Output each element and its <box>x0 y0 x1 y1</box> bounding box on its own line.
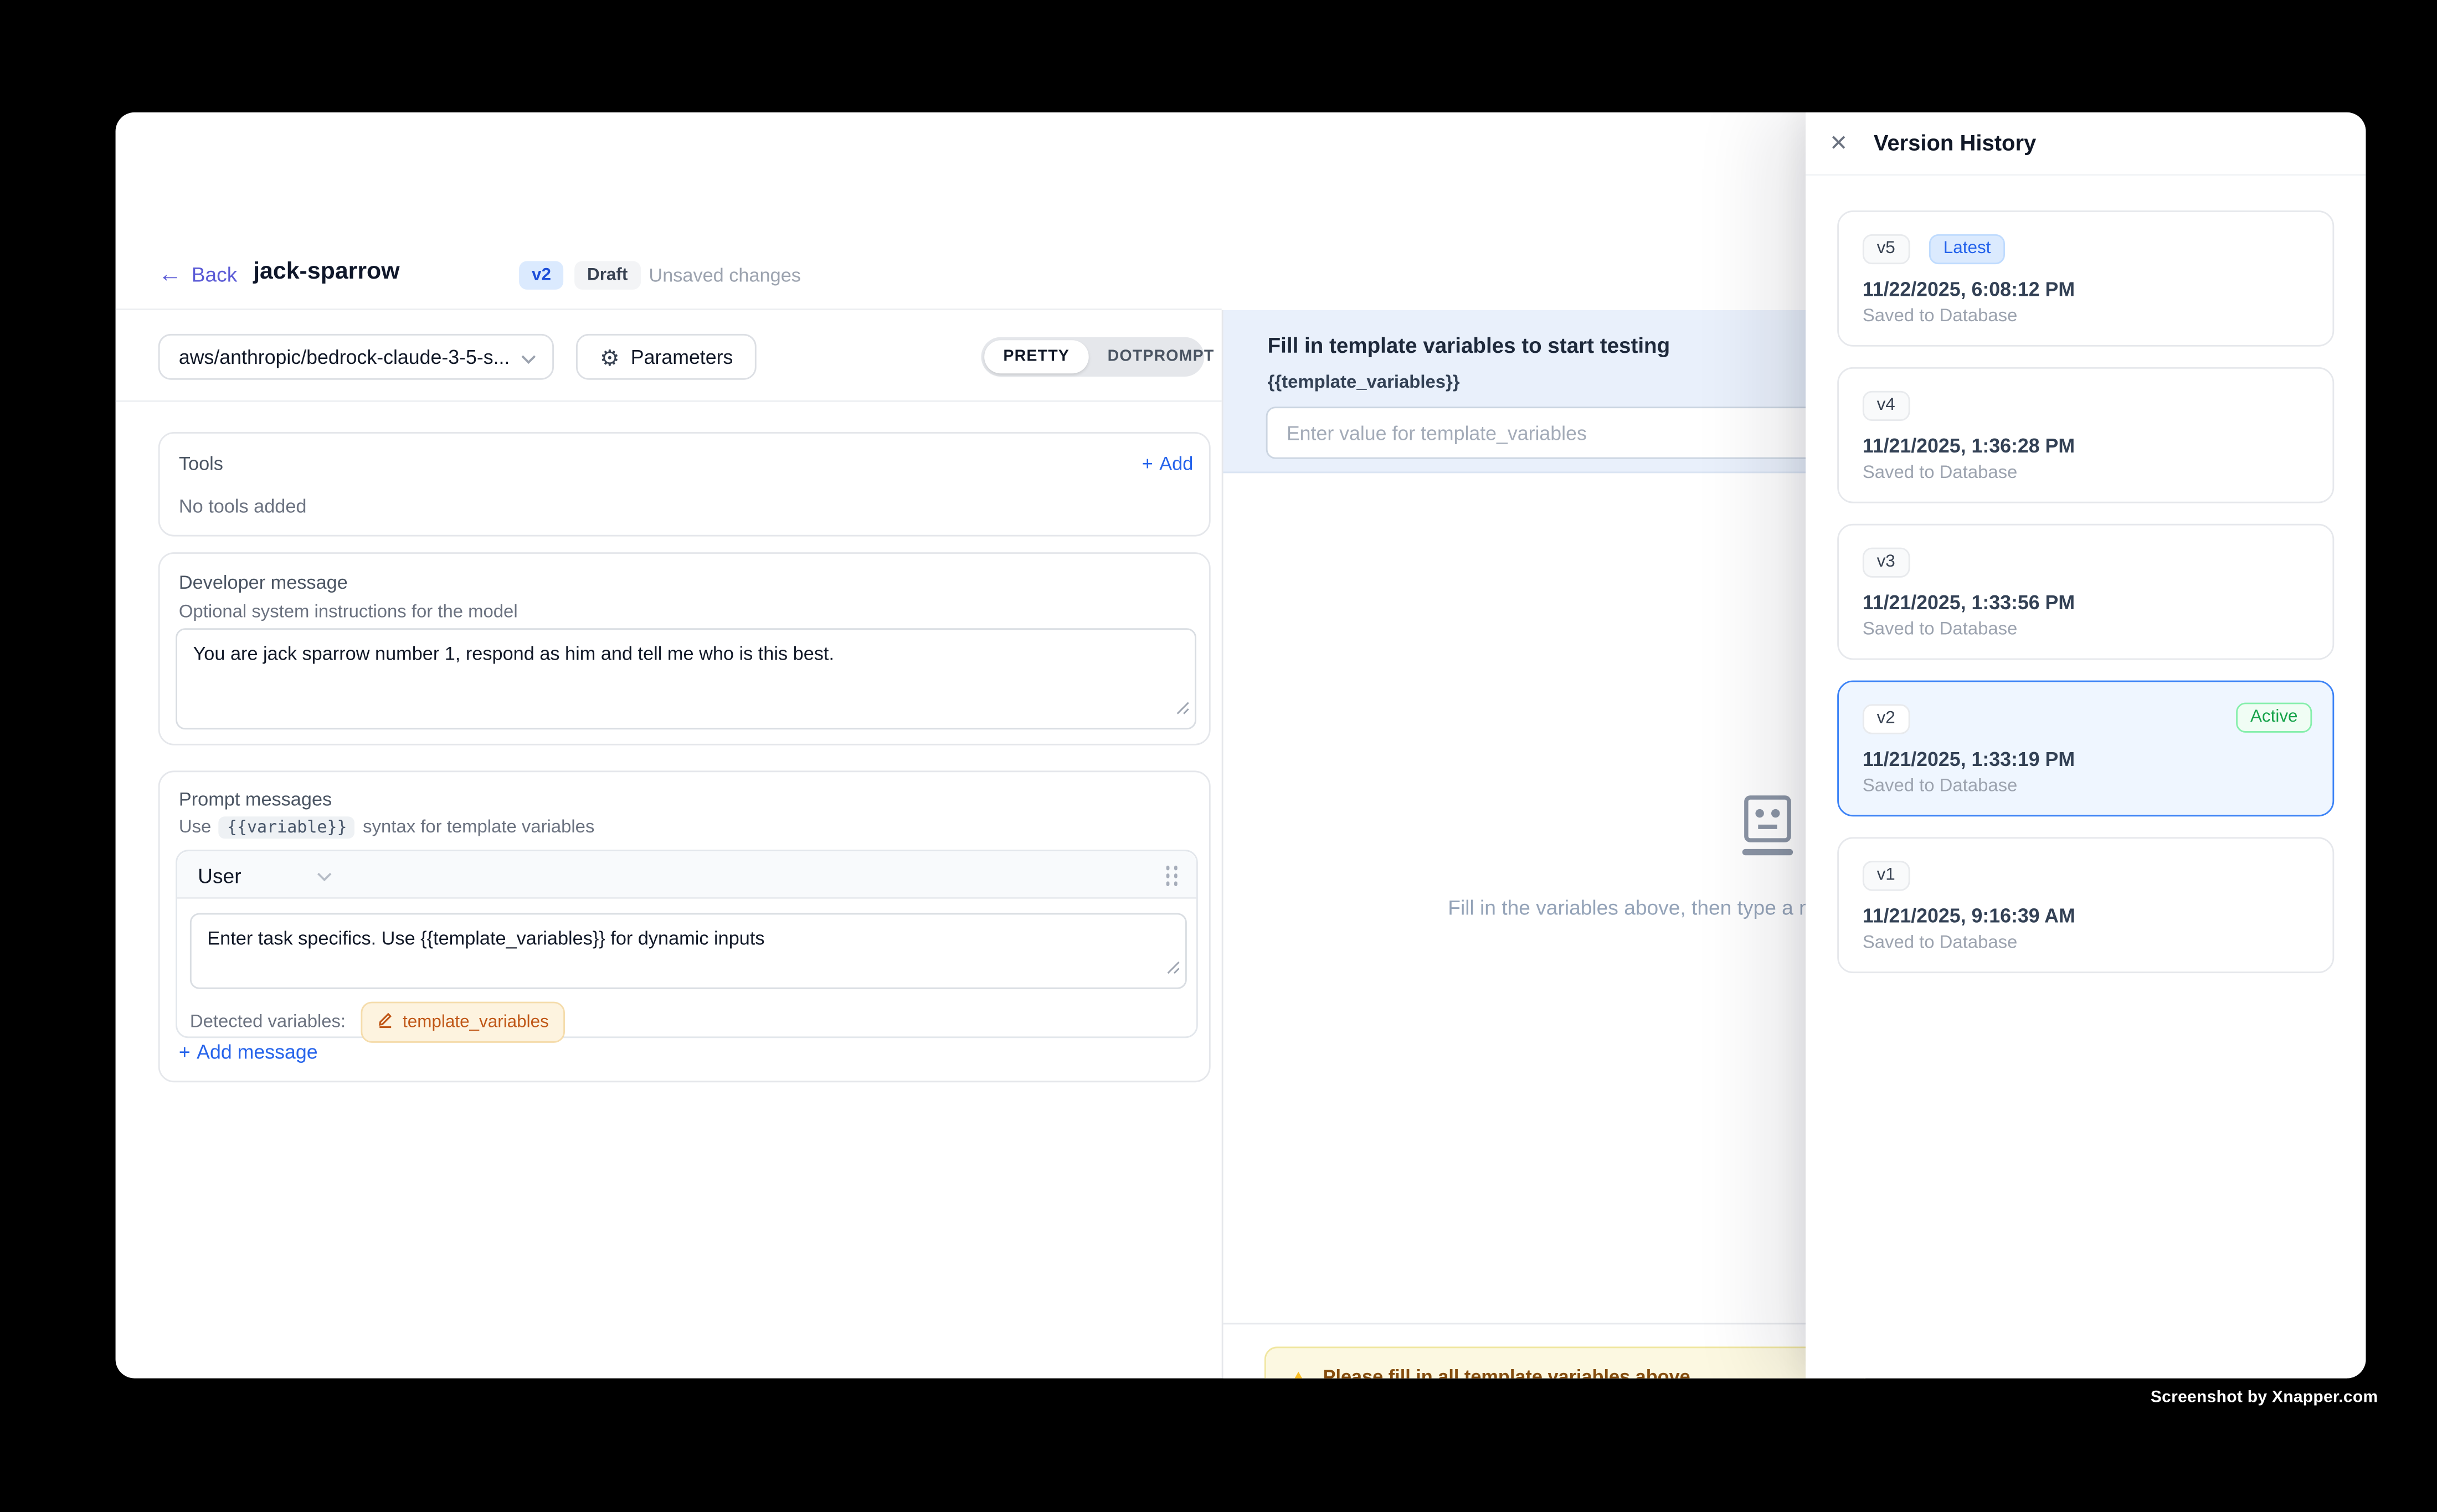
prompt-message-header: User <box>177 851 1196 899</box>
gear-icon: ⚙ <box>600 346 620 368</box>
fill-variables-title: Fill in template variables to start test… <box>1268 334 1670 358</box>
developer-message-title: Developer message <box>179 571 348 593</box>
page-title: jack-sparrow <box>253 258 399 285</box>
app-header: ← Back jack-sparrow v2 Draft Unsaved cha… <box>116 112 1222 310</box>
version-history-panel: ✕ Version History v5 Latest 11/22/2025, … <box>1806 112 2366 1379</box>
tools-empty-text: No tools added <box>179 495 307 517</box>
drag-handle-icon[interactable] <box>1165 866 1177 886</box>
developer-message-field: You are jack sparrow number 1, respond a… <box>176 628 1196 729</box>
version-id-badge: v1 <box>1863 861 1910 891</box>
bot-icon <box>1741 794 1795 866</box>
prompt-message-block: User Enter task specifics. Use {{templat… <box>176 850 1198 1038</box>
version-source: Saved to Database <box>1863 307 2309 326</box>
version-timestamp: 11/21/2025, 1:36:28 PM <box>1863 435 2309 457</box>
version-source: Saved to Database <box>1863 464 2309 482</box>
version-id-badge: v2 <box>1863 704 1910 734</box>
chevron-down-icon <box>521 343 537 371</box>
toolbar: aws/anthropic/bedrock-claude-3-5-s... ⚙ … <box>116 310 1222 402</box>
hint-suffix: syntax for template variables <box>363 818 594 837</box>
role-select[interactable]: User <box>198 851 333 899</box>
version-id-badge: v3 <box>1863 548 1910 578</box>
template-warning-banner: Please fill in all template variables ab… <box>1264 1346 1866 1378</box>
role-select-value: User <box>198 863 241 887</box>
version-list: v5 Latest 11/22/2025, 6:08:12 PM Saved t… <box>1806 176 2366 1378</box>
toggle-pretty[interactable]: PRETTY <box>984 340 1088 373</box>
plus-icon: + <box>179 1041 191 1063</box>
warning-icon <box>1287 1370 1310 1378</box>
version-timestamp: 11/21/2025, 1:33:19 PM <box>1863 748 2309 770</box>
detected-variable-chip[interactable]: template_variables <box>362 1002 565 1043</box>
developer-message-card: Developer message Optional system instru… <box>158 552 1211 745</box>
detected-variables-row: Detected variables: template_variables <box>190 1002 565 1043</box>
parameters-button[interactable]: ⚙ Parameters <box>576 334 757 380</box>
add-tool-button[interactable]: + Add <box>1142 452 1194 475</box>
detected-variable-name: template_variables <box>403 1013 549 1032</box>
back-arrow-icon: ← <box>158 264 182 285</box>
version-history-header: ✕ Version History <box>1806 112 2366 176</box>
prompt-message-field: Enter task specifics. Use {{template_var… <box>190 913 1187 989</box>
plus-icon: + <box>1142 452 1153 475</box>
prompt-messages-title: Prompt messages <box>179 788 332 810</box>
watermark-text: Screenshot by Xnapper.com <box>2151 1388 2378 1407</box>
parameters-label: Parameters <box>631 346 733 368</box>
version-source: Saved to Database <box>1863 620 2309 639</box>
model-select[interactable]: aws/anthropic/bedrock-claude-3-5-s... <box>158 334 554 380</box>
back-label: Back <box>192 263 238 286</box>
view-mode-toggle: PRETTY DOTPROMPT <box>981 337 1204 377</box>
version-card-v1[interactable]: v1 11/21/2025, 9:16:39 AM Saved to Datab… <box>1837 837 2334 973</box>
developer-message-subtitle: Optional system instructions for the mod… <box>179 603 518 622</box>
back-button[interactable]: ← Back <box>158 263 238 286</box>
add-tool-label: Add <box>1159 452 1193 475</box>
latest-badge: Latest <box>1929 234 2005 264</box>
template-syntax-hint: Use {{variable}} syntax for template var… <box>179 816 595 839</box>
version-card-v2[interactable]: v2 Active 11/21/2025, 1:33:19 PM Saved t… <box>1837 681 2334 817</box>
hint-prefix: Use <box>179 818 211 837</box>
version-history-title: Version History <box>1874 130 2036 155</box>
editor-column: ← Back jack-sparrow v2 Draft Unsaved cha… <box>116 112 1222 1379</box>
version-id-badge: v4 <box>1863 391 1910 421</box>
model-select-value: aws/anthropic/bedrock-claude-3-5-s... <box>179 346 521 368</box>
version-timestamp: 11/21/2025, 9:16:39 AM <box>1863 905 2309 927</box>
close-icon[interactable]: ✕ <box>1829 128 1848 156</box>
tools-title: Tools <box>179 452 223 475</box>
app-window: ← Back jack-sparrow v2 Draft Unsaved cha… <box>116 112 2366 1379</box>
version-timestamp: 11/22/2025, 6:08:12 PM <box>1863 279 2309 301</box>
warning-title: Please fill in all template variables ab… <box>1323 1366 1842 1379</box>
editor-scroll-area: Tools + Add No tools added Developer mes… <box>116 402 1222 1379</box>
toggle-dotprompt[interactable]: DOTPROMPT <box>1088 340 1233 373</box>
prompt-messages-card: Prompt messages Use {{variable}} syntax … <box>158 770 1211 1082</box>
prompt-message-textarea[interactable]: Enter task specifics. Use {{template_var… <box>192 914 1185 987</box>
add-message-button[interactable]: + Add message <box>179 1041 318 1063</box>
version-timestamp: 11/21/2025, 1:33:56 PM <box>1863 592 2309 614</box>
draft-badge: Draft <box>574 261 640 289</box>
developer-message-textarea[interactable]: You are jack sparrow number 1, respond a… <box>177 630 1195 728</box>
version-badge: v2 <box>519 261 564 289</box>
detected-variables-label: Detected variables: <box>190 1013 346 1032</box>
version-source: Saved to Database <box>1863 934 2309 953</box>
version-card-v4[interactable]: v4 11/21/2025, 1:36:28 PM Saved to Datab… <box>1837 367 2334 503</box>
tools-card: Tools + Add No tools added <box>158 432 1211 537</box>
version-card-v3[interactable]: v3 11/21/2025, 1:33:56 PM Saved to Datab… <box>1837 524 2334 660</box>
version-source: Saved to Database <box>1863 777 2309 796</box>
chevron-down-icon <box>317 861 333 889</box>
version-id-badge: v5 <box>1863 234 1910 264</box>
template-variable-input[interactable] <box>1266 407 1868 459</box>
template-variable-label: {{template_variables}} <box>1268 373 1460 392</box>
unsaved-changes-text: Unsaved changes <box>649 264 801 286</box>
version-card-v5[interactable]: v5 Latest 11/22/2025, 6:08:12 PM Saved t… <box>1837 210 2334 347</box>
active-badge: Active <box>2236 703 2312 733</box>
variable-code-chip: {{variable}} <box>219 816 355 839</box>
add-message-label: Add message <box>197 1041 317 1063</box>
pencil-icon <box>377 1008 394 1036</box>
screenshot-stage: ← Back jack-sparrow v2 Draft Unsaved cha… <box>0 0 2437 1512</box>
